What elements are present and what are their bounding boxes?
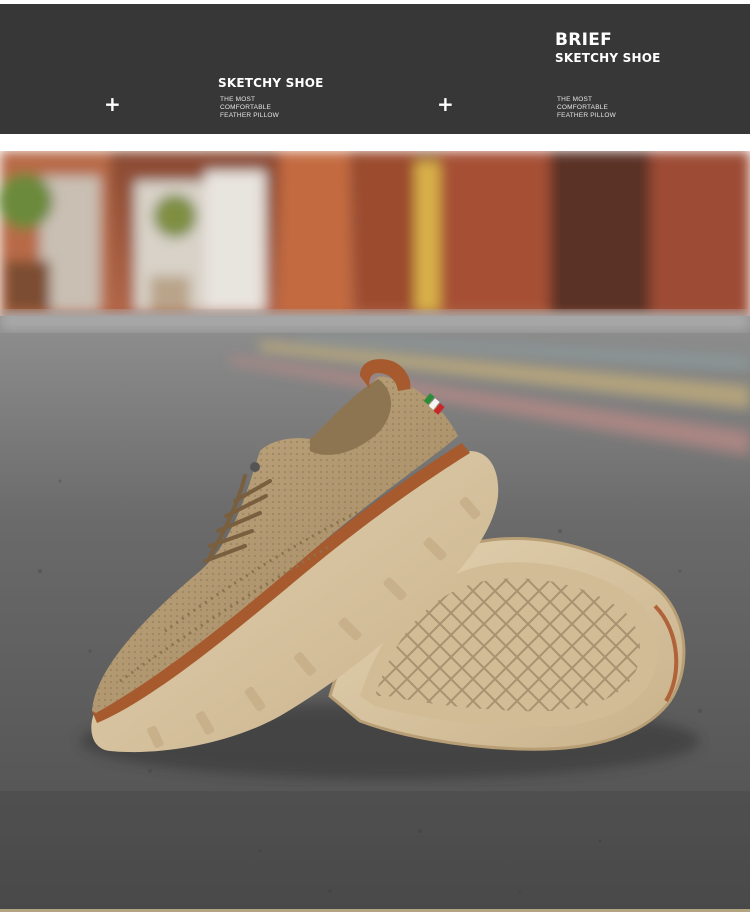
left-feature-lines: THE MOST COMFORTABLE FEATHER PILLOW	[220, 96, 279, 120]
right-feature-line: FEATHER PILLOW	[557, 112, 617, 119]
lace-eyelet	[250, 462, 260, 472]
right-heading: BRIEF	[555, 30, 613, 50]
right-title: SKETCHY SHOE	[555, 51, 661, 65]
product-photo	[0, 151, 750, 909]
plus-icon: +	[104, 92, 121, 116]
left-feature-line: FEATHER PILLOW	[220, 112, 280, 119]
left-title: SKETCHY SHOE	[218, 76, 324, 90]
plus-icon: +	[437, 92, 454, 116]
top-banner: + SKETCHY SHOE THE MOST COMFORTABLE FEAT…	[0, 4, 750, 134]
right-feature-line: THE MOST	[557, 96, 593, 103]
bottom-divider	[0, 909, 750, 912]
bottom-strip	[0, 909, 750, 921]
background-buildings	[0, 151, 750, 326]
left-feature-line: THE MOST	[220, 96, 256, 103]
right-feature-line: COMFORTABLE	[557, 104, 609, 111]
left-feature-line: COMFORTABLE	[220, 104, 272, 111]
right-feature-lines: THE MOST COMFORTABLE FEATHER PILLOW	[557, 96, 616, 120]
